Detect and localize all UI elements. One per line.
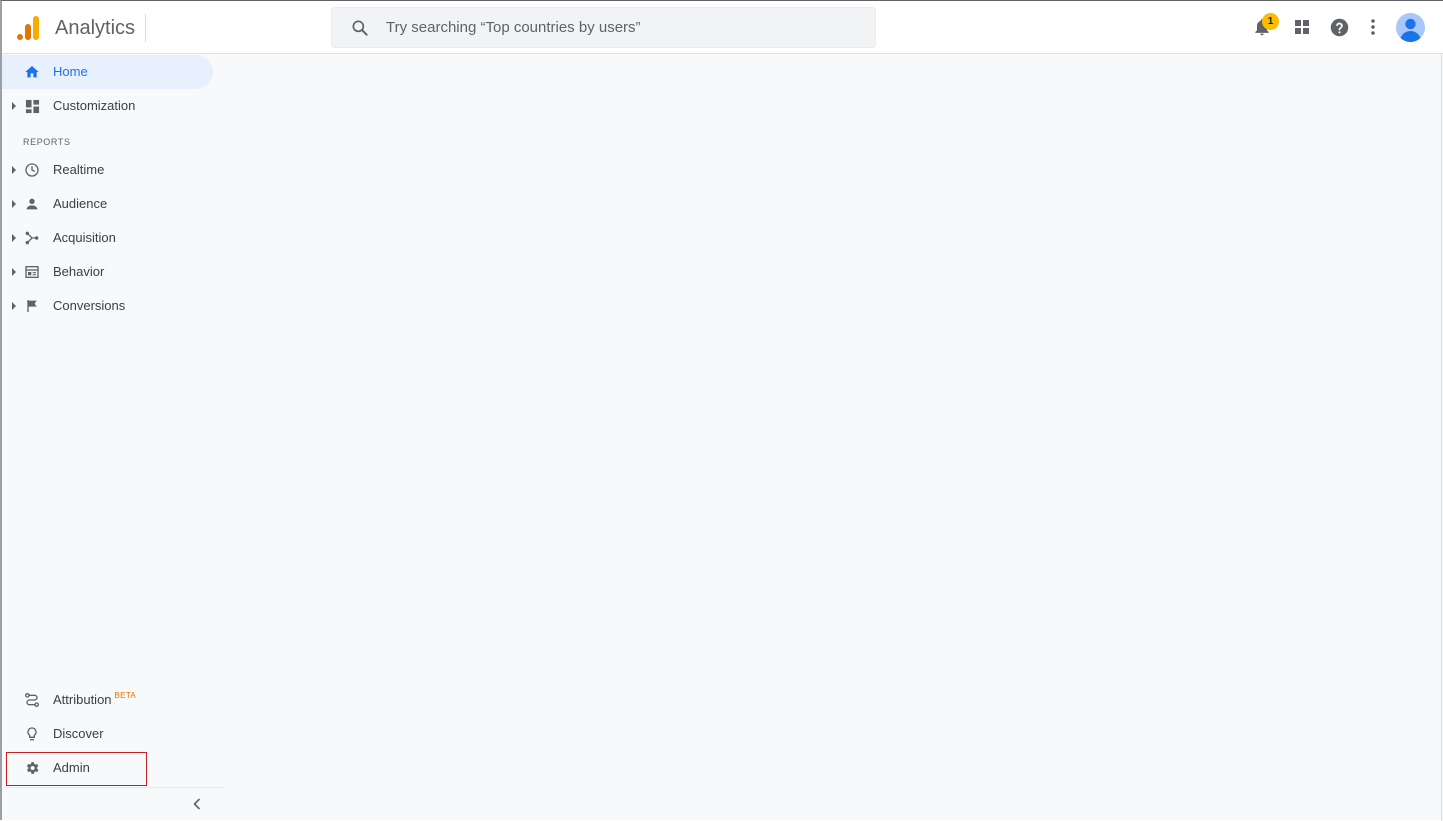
beta-badge: BETA: [114, 691, 137, 700]
home-icon: [23, 63, 41, 81]
expand-caret-icon[interactable]: [12, 302, 16, 310]
dashboard-icon: [23, 97, 41, 115]
expand-caret-icon[interactable]: [12, 200, 16, 208]
account-avatar-icon[interactable]: [1396, 13, 1425, 42]
behavior-icon: [23, 263, 41, 281]
sidebar-item-label: Discover: [53, 726, 104, 741]
sidebar-item-label: Realtime: [53, 162, 105, 177]
search-icon: [350, 18, 370, 38]
sidebar-item-acquisition[interactable]: Acquisition: [2, 221, 213, 255]
sidebar-item-audience[interactable]: Audience: [2, 187, 213, 221]
sidebar-item-attribution[interactable]: Attribution BETA: [2, 683, 213, 717]
sidebar: Home Customization REPORTS Realtime Audi…: [2, 54, 223, 821]
sidebar-item-conversions[interactable]: Conversions: [2, 289, 213, 323]
scrollbar-track[interactable]: [1441, 54, 1442, 821]
attribution-label: Attribution: [53, 692, 112, 707]
attribution-icon: [23, 691, 41, 709]
sidebar-item-label: Attribution BETA: [53, 691, 137, 710]
sidebar-item-discover[interactable]: Discover: [2, 717, 213, 751]
person-icon: [23, 195, 41, 213]
admin-highlight-box: [6, 752, 147, 786]
top-header: Analytics 1: [2, 1, 1443, 54]
apps-grid-icon[interactable]: [1290, 15, 1314, 39]
search-bar[interactable]: [331, 7, 876, 48]
flag-icon: [23, 297, 41, 315]
sidebar-item-customization[interactable]: Customization: [2, 89, 213, 123]
sidebar-item-behavior[interactable]: Behavior: [2, 255, 213, 289]
sidebar-item-label: Customization: [53, 98, 136, 113]
expand-caret-icon[interactable]: [12, 166, 16, 174]
chevron-left-icon[interactable]: [187, 794, 207, 814]
expand-caret-icon[interactable]: [12, 268, 16, 276]
reports-section-label: REPORTS: [23, 137, 71, 147]
app-window: Analytics 1: [0, 0, 1443, 821]
expand-caret-icon[interactable]: [12, 102, 16, 110]
sidebar-item-label: Acquisition: [53, 230, 116, 245]
sidebar-divider: [6, 787, 223, 788]
sidebar-item-home[interactable]: Home: [2, 55, 213, 89]
clock-icon: [23, 161, 41, 179]
help-icon[interactable]: [1327, 15, 1351, 39]
sidebar-item-realtime[interactable]: Realtime: [2, 153, 213, 187]
search-input[interactable]: [384, 8, 854, 47]
more-vert-icon[interactable]: [1361, 15, 1385, 39]
lightbulb-icon: [23, 725, 41, 743]
sidebar-item-label: Home: [53, 64, 88, 79]
sidebar-item-label: Behavior: [53, 264, 105, 279]
title-divider: [145, 14, 146, 42]
expand-caret-icon[interactable]: [12, 234, 16, 242]
app-title: Analytics: [55, 17, 136, 39]
notification-badge: 1: [1262, 13, 1279, 30]
analytics-logo-icon[interactable]: [16, 15, 42, 41]
sidebar-item-label: Conversions: [53, 298, 126, 313]
sidebar-item-label: Audience: [53, 196, 108, 211]
acquisition-icon: [23, 229, 41, 247]
